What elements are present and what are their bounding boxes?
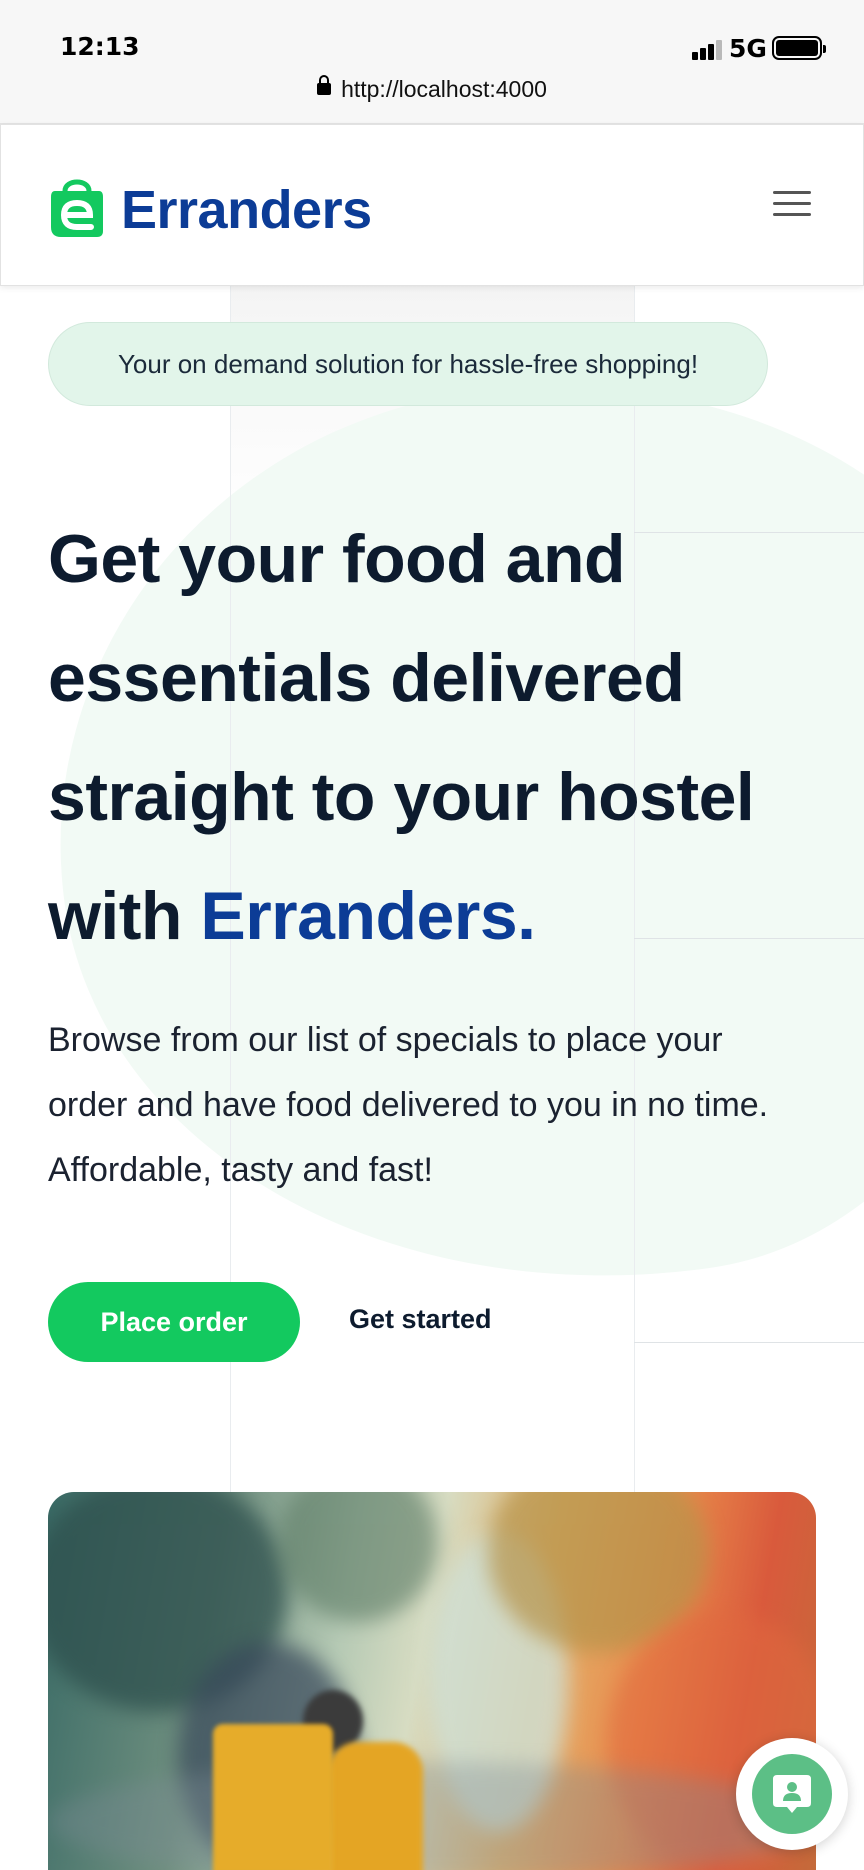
hamburger-menu-icon[interactable] [773,191,811,219]
place-order-button[interactable]: Place order [48,1282,300,1362]
status-bar: 12:13 5G http://localhost:4000 [0,0,864,124]
site-header: Erranders [0,124,864,286]
url-text: http://localhost:4000 [341,76,547,102]
address-bar[interactable]: http://localhost:4000 [0,75,864,103]
brand-name[interactable]: Erranders [121,179,372,241]
lock-icon [317,75,332,98]
get-started-link[interactable]: Get started [349,1304,492,1335]
headline-line: essentials delivered [48,640,685,716]
chat-support-button[interactable] [736,1738,848,1850]
headline-line: Get your food and [48,521,626,597]
headline-line-last: with Erranders. [48,857,828,976]
headline-line: straight to your hostel [48,759,755,835]
shopping-bag-logo-icon[interactable] [49,173,105,239]
hero-description: Browse from our list of specials to plac… [48,1021,769,1189]
status-time: 12:13 [60,32,140,61]
delivery-rider-image [48,1492,816,1870]
headline-prefix: with [48,878,201,954]
tagline-badge: Your on demand solution for hassle-free … [48,322,768,406]
signal-strength-icon [692,38,722,60]
hero-headline: Get your food and essentials delivered s… [48,500,828,976]
battery-icon [772,36,826,60]
network-type: 5G [729,34,767,63]
chat-support-icon [752,1754,832,1834]
headline-accent: Erranders. [200,878,536,954]
